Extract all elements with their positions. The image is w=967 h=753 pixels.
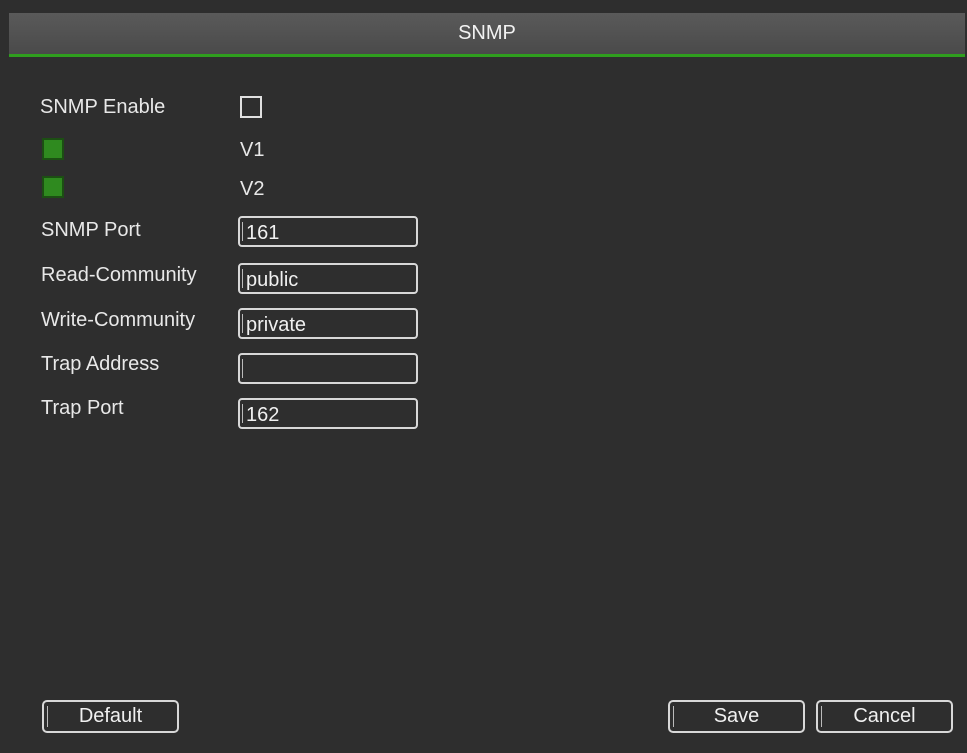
v2-label: V2 <box>240 178 265 200</box>
read-community-input[interactable]: public <box>238 263 418 294</box>
write-community-input[interactable]: private <box>238 308 418 339</box>
trap-address-input[interactable] <box>238 353 418 384</box>
snmp-enable-checkbox[interactable] <box>240 96 262 118</box>
dialog-title: SNMP <box>458 22 516 44</box>
trap-address-label: Trap Address <box>41 353 160 375</box>
v1-label: V1 <box>240 139 265 161</box>
snmp-dialog: SNMP SNMP Enable V1 V2 SNMP Port 161 Rea… <box>0 0 967 753</box>
trap-port-input[interactable]: 162 <box>238 398 418 429</box>
v2-checkbox[interactable] <box>42 176 64 198</box>
trap-port-label: Trap Port <box>41 397 124 419</box>
cancel-button[interactable]: Cancel <box>816 700 953 733</box>
snmp-port-input[interactable]: 161 <box>238 216 418 247</box>
read-community-label: Read-Community <box>41 264 197 286</box>
snmp-port-label: SNMP Port <box>41 219 141 241</box>
default-button[interactable]: Default <box>42 700 179 733</box>
dialog-title-bar: SNMP <box>9 13 965 57</box>
snmp-enable-label: SNMP Enable <box>40 96 166 118</box>
v1-checkbox[interactable] <box>42 138 64 160</box>
write-community-label: Write-Community <box>41 309 196 331</box>
save-button[interactable]: Save <box>668 700 805 733</box>
